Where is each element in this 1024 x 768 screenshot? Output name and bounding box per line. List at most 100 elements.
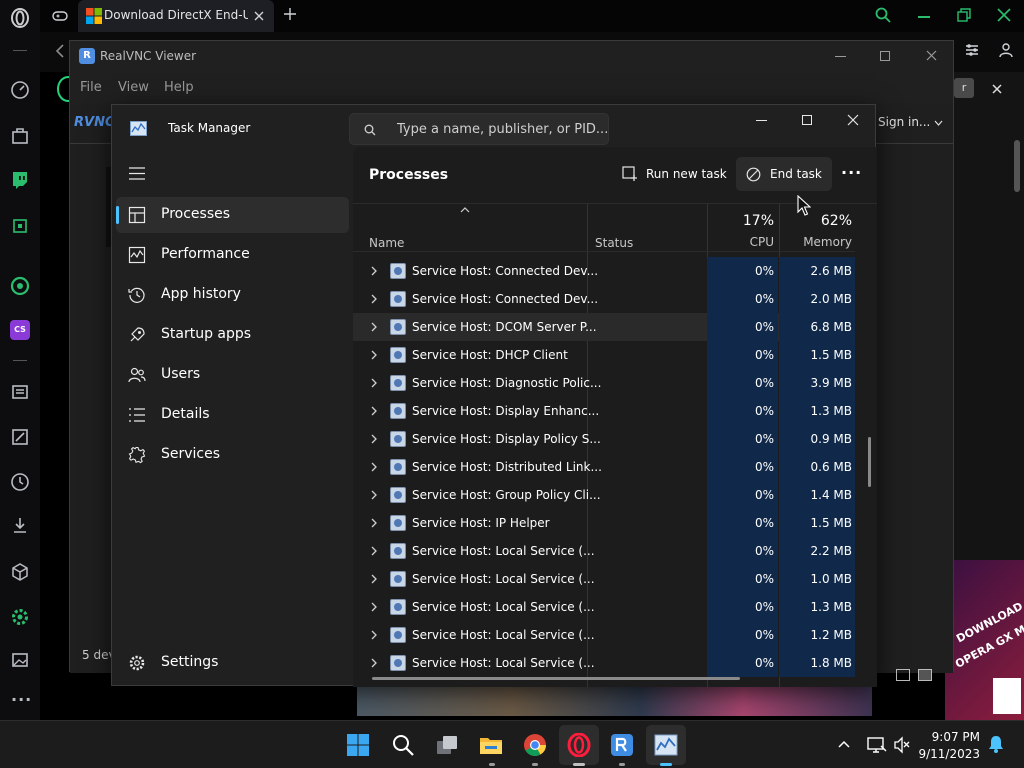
- process-row[interactable]: Service Host: Connected Dev... 0% 2.0 MB: [353, 285, 855, 313]
- twitch-icon[interactable]: [10, 170, 30, 190]
- horizontal-scrollbar-thumb[interactable]: [372, 677, 740, 680]
- pinboard-icon[interactable]: [10, 427, 30, 447]
- expand-chevron-icon[interactable]: [369, 322, 379, 332]
- expand-chevron-icon[interactable]: [369, 518, 379, 528]
- expand-chevron-icon[interactable]: [369, 266, 379, 276]
- process-row[interactable]: Service Host: Diagnostic Polic... 0% 3.9 M…: [353, 369, 855, 397]
- process-row[interactable]: Service Host: Display Policy S... 0% 0.9 M…: [353, 425, 855, 453]
- maximize-icon[interactable]: [802, 115, 812, 125]
- vnc-maximize-icon[interactable]: [880, 51, 890, 61]
- task-view-icon[interactable]: [435, 733, 459, 757]
- close-tab-icon[interactable]: [254, 11, 264, 21]
- expand-chevron-icon[interactable]: [369, 406, 379, 416]
- column-status[interactable]: Status: [595, 236, 633, 250]
- opera-logo-icon[interactable]: [10, 8, 30, 28]
- process-row[interactable]: Service Host: IP Helper 0% 1.5 MB: [353, 509, 855, 537]
- expand-chevron-icon[interactable]: [369, 462, 379, 472]
- nav-settings[interactable]: Settings: [116, 645, 349, 681]
- process-row[interactable]: Service Host: Local Service (... 0% 1.0 MB: [353, 565, 855, 593]
- nav-details[interactable]: Details: [116, 397, 349, 433]
- profile-icon[interactable]: [998, 42, 1014, 58]
- process-row[interactable]: Service Host: Local Service (... 0% 1.8 MB: [353, 649, 855, 677]
- more-options-icon[interactable]: ···: [841, 163, 862, 182]
- column-name[interactable]: Name: [369, 236, 404, 250]
- search-tabs-icon[interactable]: [874, 6, 892, 24]
- process-row[interactable]: Service Host: Local Service (... 0% 1.3 MB: [353, 593, 855, 621]
- vnc-close-icon[interactable]: [926, 50, 937, 61]
- expand-chevron-icon[interactable]: [369, 294, 379, 304]
- close-icon[interactable]: [847, 114, 859, 126]
- expand-chevron-icon[interactable]: [369, 602, 379, 612]
- expand-chevron-icon[interactable]: [369, 630, 379, 640]
- back-arrow-icon[interactable]: [54, 44, 66, 58]
- menu-view[interactable]: View: [118, 80, 149, 95]
- realvnc-icon[interactable]: [610, 733, 634, 757]
- chatsonic-icon[interactable]: CS: [10, 320, 30, 340]
- list-view-icon[interactable]: [896, 669, 910, 681]
- process-row[interactable]: Service Host: DCOM Server P... 0% 6.8 MB: [353, 313, 855, 341]
- downloads-icon[interactable]: [10, 515, 30, 535]
- network-icon[interactable]: [867, 736, 887, 754]
- process-row[interactable]: Service Host: Local Service (... 0% 2.2 MB: [353, 537, 855, 565]
- nav-performance[interactable]: Performance: [116, 237, 349, 273]
- close-icon[interactable]: [997, 8, 1011, 22]
- menu-help[interactable]: Help: [164, 80, 194, 95]
- expand-chevron-icon[interactable]: [369, 658, 379, 668]
- process-row[interactable]: Service Host: Distributed Link... 0% 0.6 M…: [353, 453, 855, 481]
- browser-tab[interactable]: Download DirectX End-User Runtime Web In…: [78, 0, 274, 32]
- easy-setup-icon[interactable]: [964, 42, 980, 58]
- gamepad-icon[interactable]: [52, 8, 68, 24]
- vnc-minimize-icon[interactable]: [835, 56, 846, 57]
- opera-gx-taskbar-button[interactable]: [559, 725, 599, 765]
- run-new-task-button[interactable]: Run new task: [615, 157, 727, 191]
- start-icon[interactable]: [346, 733, 370, 757]
- sign-in-link[interactable]: Sign in...: [878, 115, 930, 129]
- process-row[interactable]: Service Host: Connected Dev... 0% 2.6 MB: [353, 257, 855, 285]
- page-close-icon[interactable]: [992, 84, 1002, 94]
- sort-ascending-icon[interactable]: [460, 207, 470, 213]
- hamburger-menu-icon[interactable]: [129, 167, 145, 180]
- nav-users[interactable]: Users: [116, 357, 349, 393]
- show-hidden-icons-chevron-icon[interactable]: [838, 740, 850, 748]
- nav-app-history[interactable]: App history: [116, 277, 349, 313]
- restore-icon[interactable]: [957, 8, 971, 22]
- settings-gear-icon[interactable]: [10, 607, 30, 627]
- process-row[interactable]: Service Host: DHCP Client 0% 1.5 MB: [353, 341, 855, 369]
- new-tab-icon[interactable]: [283, 7, 297, 21]
- clock-time[interactable]: 9:07 PM: [922, 730, 980, 744]
- clock-date[interactable]: 9/11/2023: [912, 747, 980, 761]
- expand-chevron-icon[interactable]: [369, 434, 379, 444]
- process-row[interactable]: Service Host: Display Enhanc... 0% 1.3 MB: [353, 397, 855, 425]
- expand-chevron-icon[interactable]: [369, 490, 379, 500]
- image-icon[interactable]: [10, 650, 30, 670]
- minimize-icon[interactable]: [918, 16, 930, 18]
- search-box[interactable]: Type a name, publisher, or PID...: [349, 113, 609, 145]
- file-explorer-icon[interactable]: [479, 733, 503, 757]
- news-icon[interactable]: [10, 382, 30, 402]
- menu-file[interactable]: File: [80, 80, 102, 95]
- chatgpt-icon[interactable]: [10, 276, 30, 296]
- process-row[interactable]: Service Host: Group Policy Cli... 0% 1.4 M…: [353, 481, 855, 509]
- vertical-scrollbar-thumb[interactable]: [868, 437, 871, 487]
- column-cpu[interactable]: 17% CPU: [707, 205, 778, 251]
- column-memory[interactable]: 62% Memory: [779, 205, 855, 251]
- nav-processes[interactable]: Processes: [116, 197, 349, 233]
- process-row[interactable]: Service Host: Local Service (... 0% 1.2 MB: [353, 621, 855, 649]
- grid-view-icon[interactable]: [918, 669, 932, 681]
- expand-chevron-icon[interactable]: [369, 574, 379, 584]
- expand-chevron-icon[interactable]: [369, 378, 379, 388]
- more-options-icon[interactable]: ···: [11, 690, 32, 709]
- search-icon[interactable]: [391, 733, 415, 757]
- expand-chevron-icon[interactable]: [369, 350, 379, 360]
- expand-chevron-icon[interactable]: [369, 546, 379, 556]
- shopping-bag-icon[interactable]: [10, 125, 30, 145]
- sign-in-chevron-icon[interactable]: [934, 120, 943, 126]
- end-task-button[interactable]: End task: [736, 157, 832, 191]
- nav-services[interactable]: Services: [116, 437, 349, 473]
- minimize-icon[interactable]: [756, 120, 767, 121]
- chrome-icon[interactable]: [523, 733, 547, 757]
- cpu-limiter-icon[interactable]: [10, 216, 30, 236]
- task-manager-taskbar-button[interactable]: [646, 725, 686, 765]
- page-scrollbar[interactable]: [1014, 140, 1020, 192]
- volume-muted-icon[interactable]: [893, 736, 911, 754]
